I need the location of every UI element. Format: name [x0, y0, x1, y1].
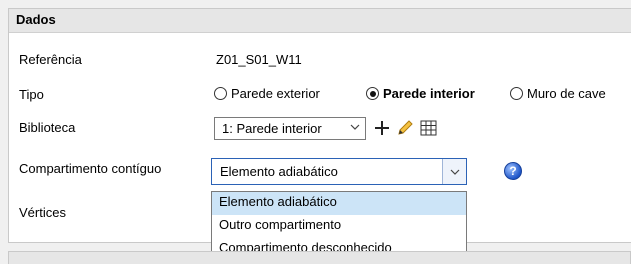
bottom-panel-edge	[8, 251, 631, 264]
vertices-label: Vértices	[19, 205, 66, 220]
referencia-value: Z01_S01_W11	[216, 52, 302, 67]
radio-circle-checked	[366, 87, 379, 100]
table-grid-icon[interactable]	[418, 117, 438, 139]
biblioteca-select[interactable]: 1: Parede interior	[214, 117, 366, 140]
chevron-down-icon[interactable]	[442, 159, 466, 184]
radio-circle	[214, 87, 227, 100]
radio-circle	[510, 87, 523, 100]
plus-icon[interactable]	[372, 117, 392, 139]
dropdown-option-elemento-adiabatico[interactable]: Elemento adiabático	[212, 192, 466, 215]
referencia-label: Referência	[19, 52, 82, 67]
radio-label-muro-de-cave: Muro de cave	[527, 86, 606, 101]
tipo-label: Tipo	[19, 87, 44, 102]
pencil-icon[interactable]	[395, 117, 415, 139]
radio-label-parede-interior: Parede interior	[383, 86, 475, 101]
compartimento-select[interactable]: Elemento adiabático	[211, 158, 467, 185]
compartimento-select-value: Elemento adiabático	[220, 164, 338, 179]
biblioteca-select-value: 1: Parede interior	[222, 121, 322, 136]
compartimento-label: Compartimento contíguo	[19, 161, 162, 176]
chevron-down-icon	[349, 121, 361, 136]
panel-title: Dados	[9, 9, 631, 33]
dropdown-option-outro-compartimento[interactable]: Outro compartimento	[212, 215, 466, 238]
radio-parede-interior[interactable]: Parede interior	[366, 86, 475, 101]
radio-muro-de-cave[interactable]: Muro de cave	[510, 86, 606, 101]
radio-label-parede-exterior: Parede exterior	[231, 86, 320, 101]
biblioteca-label: Biblioteca	[19, 120, 76, 135]
help-icon[interactable]: ?	[504, 162, 522, 180]
radio-parede-exterior[interactable]: Parede exterior	[214, 86, 320, 101]
